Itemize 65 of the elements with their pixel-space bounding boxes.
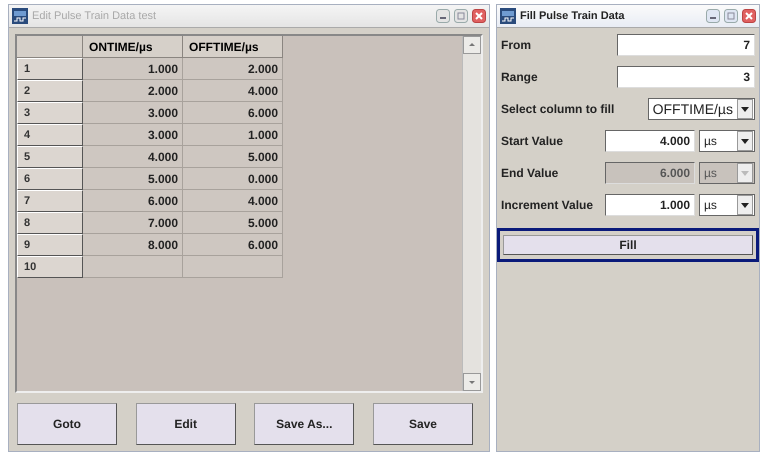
field-label: Increment Value: [501, 198, 594, 212]
action-button[interactable]: Save As...: [254, 403, 354, 445]
row-header[interactable]: 10: [17, 256, 83, 278]
caret-icon: [741, 138, 749, 144]
unit-dropdown[interactable]: µs: [699, 130, 755, 152]
column-header: OFFTIME/µs: [183, 36, 283, 58]
close-icon[interactable]: [742, 9, 756, 23]
row-header[interactable]: 6: [17, 168, 83, 190]
minimize-icon[interactable]: [706, 9, 720, 23]
unit-dropdown[interactable]: µs: [699, 194, 755, 216]
field-label: Start Value: [501, 134, 564, 148]
app-icon: [500, 8, 516, 24]
table-cell[interactable]: 4.000: [183, 80, 283, 102]
row-header[interactable]: 3: [17, 102, 83, 124]
table-cell[interactable]: 6.000: [83, 190, 183, 212]
table-cell[interactable]: 6.000: [183, 234, 283, 256]
row-header[interactable]: 5: [17, 146, 83, 168]
row-header[interactable]: 1: [17, 58, 83, 80]
caret-icon: [741, 202, 749, 208]
input-field[interactable]: 4.000: [605, 130, 695, 152]
window-title: Edit Pulse Train Data test: [32, 10, 158, 22]
table-cell[interactable]: 1.000: [183, 124, 283, 146]
table-cell[interactable]: 1.000: [83, 58, 183, 80]
action-button[interactable]: Goto: [17, 403, 117, 445]
table-cell[interactable]: 6.000: [183, 102, 283, 124]
column-header: ONTIME/µs: [83, 36, 183, 58]
field-label: End Value: [501, 166, 560, 180]
table-cell[interactable]: 3.000: [83, 102, 183, 124]
fill-button[interactable]: Fill: [503, 235, 753, 255]
table-cell[interactable]: [83, 256, 183, 278]
input-field[interactable]: 7: [617, 34, 755, 56]
table-cell[interactable]: 5.000: [183, 146, 283, 168]
row-header[interactable]: 9: [17, 234, 83, 256]
table-cell[interactable]: 2.000: [183, 58, 283, 80]
scrollbar[interactable]: [462, 36, 481, 391]
table-cell[interactable]: [183, 256, 283, 278]
caret-icon: [741, 106, 749, 112]
table-cell[interactable]: 3.000: [83, 124, 183, 146]
table-cell[interactable]: 4.000: [183, 190, 283, 212]
app-icon: [12, 8, 28, 24]
table-cell[interactable]: 5.000: [183, 212, 283, 234]
minimize-icon[interactable]: [436, 9, 450, 23]
window-title: Fill Pulse Train Data: [520, 10, 626, 22]
table-cell[interactable]: 0.000: [183, 168, 283, 190]
table-cell[interactable]: 8.000: [83, 234, 183, 256]
action-button[interactable]: Edit: [136, 403, 236, 445]
row-header[interactable]: 8: [17, 212, 83, 234]
field-label: From: [501, 38, 532, 52]
row-header[interactable]: 2: [17, 80, 83, 102]
field-label: Select column to fill: [501, 102, 616, 116]
close-icon[interactable]: [472, 9, 486, 23]
row-header[interactable]: 4: [17, 124, 83, 146]
caret-icon: [741, 170, 749, 176]
row-header[interactable]: 7: [17, 190, 83, 212]
input-field[interactable]: 3: [617, 66, 755, 88]
maximize-icon[interactable]: [724, 9, 738, 23]
action-button[interactable]: Save: [372, 403, 473, 445]
table-cell[interactable]: 5.000: [83, 168, 183, 190]
column-dropdown[interactable]: OFFTIME/µs: [648, 98, 755, 120]
table-cell[interactable]: 7.000: [83, 212, 183, 234]
input-field[interactable]: 1.000: [605, 194, 695, 216]
table-cell[interactable]: 2.000: [83, 80, 183, 102]
field-label: Range: [501, 70, 539, 84]
maximize-icon[interactable]: [454, 9, 468, 23]
table-cell[interactable]: 4.000: [83, 146, 183, 168]
